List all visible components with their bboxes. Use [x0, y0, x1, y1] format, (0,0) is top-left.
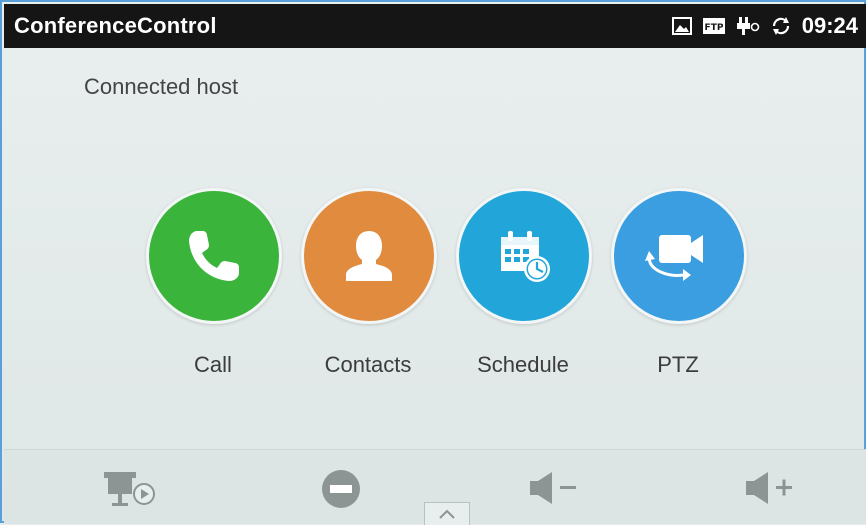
picture-icon: [671, 17, 692, 35]
schedule-button[interactable]: [456, 188, 592, 324]
app-title: ConferenceControl: [14, 13, 217, 38]
camera-rotate-icon: [645, 235, 703, 281]
contact-icon: [346, 231, 392, 281]
clock: 09:24: [801, 13, 858, 38]
phone-icon: [189, 231, 239, 281]
connected-host-label: Connected host: [84, 74, 239, 99]
chevron-up-icon: [439, 509, 455, 519]
schedule-app[interactable]: Schedule: [456, 188, 592, 378]
contacts-app[interactable]: Contacts: [301, 188, 437, 378]
bottom-toolbar: [4, 449, 866, 525]
ptz-app[interactable]: PTZ: [611, 188, 747, 378]
call-label: Call: [194, 352, 232, 377]
volume-down-icon[interactable]: [528, 468, 584, 508]
app-grid: Call Contacts Schedule PTZ: [146, 188, 756, 388]
screen-frame: ConferenceControl FTP 09:24 Connected ho…: [0, 0, 866, 525]
status-icons: FTP 09:24: [671, 13, 866, 39]
sync-icon: [770, 15, 792, 37]
presentation-icon[interactable]: [102, 468, 158, 508]
ftp-icon: FTP: [702, 17, 726, 35]
schedule-label: Schedule: [477, 352, 569, 377]
mute-icon[interactable]: [320, 468, 362, 510]
volume-up-icon[interactable]: [744, 468, 800, 508]
calendar-clock-icon: [501, 231, 550, 282]
status-bar: ConferenceControl FTP 09:24: [4, 4, 866, 48]
call-app[interactable]: Call: [146, 188, 282, 378]
call-button[interactable]: [146, 188, 282, 324]
svg-text:FTP: FTP: [704, 23, 723, 33]
contacts-button[interactable]: [301, 188, 437, 324]
usb-icon: [736, 15, 760, 37]
expand-handle[interactable]: [424, 502, 470, 525]
ptz-label: PTZ: [657, 352, 699, 377]
contacts-label: Contacts: [324, 352, 412, 377]
ptz-button[interactable]: [611, 188, 747, 324]
